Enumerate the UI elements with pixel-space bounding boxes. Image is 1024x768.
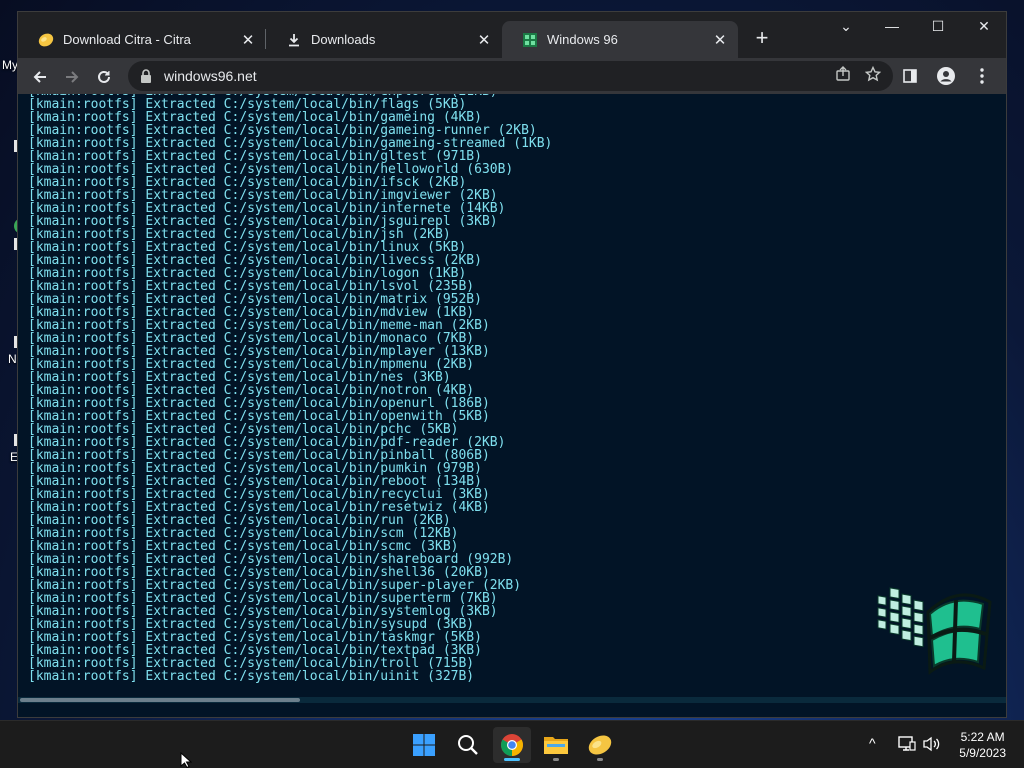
- folder-icon: [544, 737, 568, 754]
- citra-icon: [38, 32, 54, 48]
- tab-close-button[interactable]: ✕: [712, 31, 728, 49]
- window-bottom-edge: [18, 703, 1006, 717]
- new-tab-button[interactable]: +: [748, 25, 776, 53]
- address-bar[interactable]: windows96.net: [128, 61, 893, 91]
- search-button[interactable]: [449, 727, 487, 763]
- kebab-menu-icon: [980, 68, 984, 84]
- desktop-icon-label-my[interactable]: My: [2, 58, 18, 72]
- tab-title: Downloads: [311, 32, 376, 47]
- search-icon: [458, 735, 478, 755]
- tab-windows-96[interactable]: Windows 96 ✕: [502, 21, 738, 58]
- chrome-menu-button[interactable]: [966, 60, 998, 92]
- network-icon[interactable]: [898, 736, 916, 752]
- tab-close-button[interactable]: ✕: [240, 31, 256, 49]
- side-panel-button[interactable]: [894, 60, 926, 92]
- tab-strip: Download Citra - Citra ✕ Downloads ✕ Win…: [18, 12, 1006, 58]
- windows96-icon: [522, 32, 538, 48]
- browser-toolbar: windows96.net: [18, 58, 1006, 94]
- close-window-button[interactable]: ✕: [961, 12, 1007, 42]
- running-indicator: [553, 758, 559, 761]
- tab-download-citra[interactable]: Download Citra - Citra ✕: [18, 21, 266, 58]
- tab-title: Download Citra - Citra: [63, 32, 191, 47]
- forward-arrow-icon: [66, 71, 79, 83]
- side-panel-icon: [903, 68, 917, 83]
- reload-button[interactable]: [88, 60, 120, 92]
- forward-button[interactable]: [56, 60, 88, 92]
- desktop-icon-label-n[interactable]: N: [8, 352, 17, 366]
- share-icon[interactable]: [835, 66, 851, 82]
- minimize-button[interactable]: —: [869, 12, 915, 42]
- citra-icon: [588, 735, 612, 755]
- bookmark-star-icon[interactable]: [865, 66, 881, 82]
- profile-avatar-icon: [937, 66, 955, 85]
- clock-date: 5/9/2023: [959, 746, 1006, 760]
- chrome-icon: [501, 734, 523, 756]
- volume-icon[interactable]: [922, 736, 942, 752]
- tab-title: Windows 96: [547, 32, 618, 47]
- boot-log: [kmain:rootfs] Extracted C:/system/local…: [28, 94, 552, 683]
- reload-icon: [98, 71, 110, 84]
- citra-app[interactable]: [581, 727, 619, 763]
- taskbar-clock[interactable]: 5:22 AM 5/9/2023: [959, 729, 1006, 761]
- tab-search-button[interactable]: ⌄: [823, 12, 869, 42]
- windows-taskbar: ^ 5:22 AM 5/9/2023: [0, 720, 1024, 768]
- tab-close-button[interactable]: ✕: [476, 31, 492, 49]
- running-indicator: [597, 758, 603, 761]
- page-content-terminal[interactable]: [kmain:rootfs] Extracted C:/system/local…: [18, 94, 1006, 697]
- windows-start-icon: [413, 734, 435, 756]
- chrome-browser-window: Download Citra - Citra ✕ Downloads ✕ Win…: [17, 11, 1007, 718]
- url-text[interactable]: windows96.net: [164, 68, 257, 84]
- tab-downloads[interactable]: Downloads ✕: [266, 21, 502, 58]
- windows96-logo-icon: [877, 587, 992, 675]
- download-icon: [286, 32, 302, 48]
- file-explorer-app[interactable]: [537, 727, 575, 763]
- tray-overflow-button[interactable]: ^: [869, 735, 876, 751]
- log-line: [kmain:rootfs] Extracted C:/system/local…: [28, 669, 475, 684]
- running-indicator: [504, 758, 520, 761]
- chrome-app[interactable]: [493, 727, 531, 763]
- scrollbar-thumb[interactable]: [20, 698, 300, 702]
- mouse-cursor-icon: [180, 752, 192, 768]
- lock-icon: [141, 69, 151, 83]
- back-arrow-icon: [33, 71, 46, 83]
- maximize-button[interactable]: ☐: [915, 12, 961, 42]
- profile-button[interactable]: [930, 60, 962, 92]
- start-button[interactable]: [405, 727, 443, 763]
- clock-time: 5:22 AM: [960, 730, 1005, 744]
- back-button[interactable]: [24, 60, 56, 92]
